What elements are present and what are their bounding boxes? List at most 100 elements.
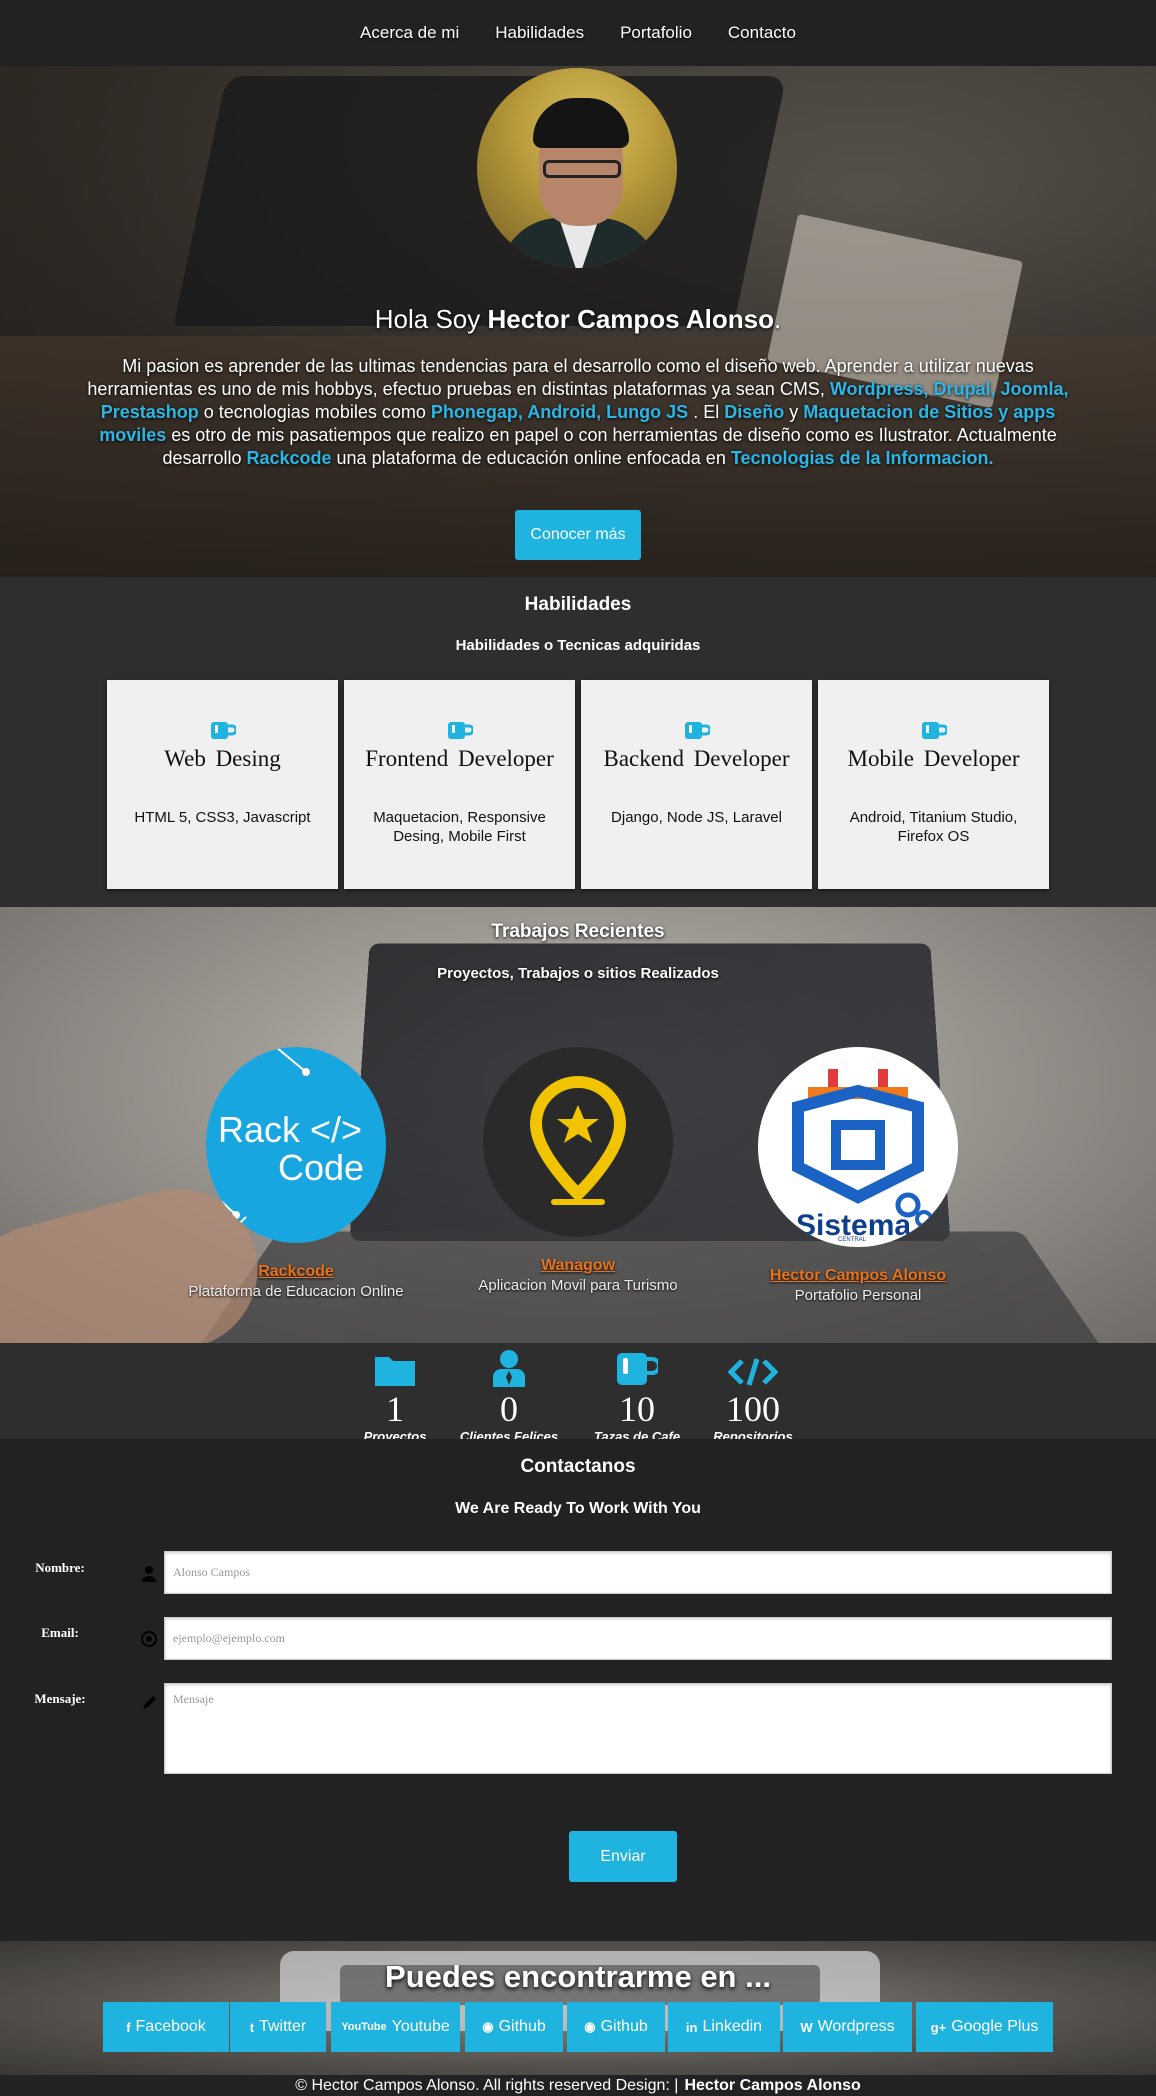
stat-coffee: 10 Tazas de Cafe	[577, 1345, 697, 1444]
contact-section: Contactanos We Are Ready To Work With Yo…	[0, 1439, 1156, 1941]
wordpress-button[interactable]: W Wordpress	[783, 2002, 912, 2052]
social-label: Twitter	[259, 2018, 307, 2035]
learn-more-button[interactable]: Conocer más	[515, 510, 641, 560]
skill-description: HTML 5, CSS3, Javascript	[134, 809, 311, 826]
profile-photo	[477, 68, 677, 268]
message-label: Mensaje:	[34, 1691, 86, 1706]
social-label: Github	[498, 2018, 546, 2035]
code-icon	[728, 1358, 778, 1386]
skills-subtitle: Habilidades o Tecnicas adquiridas	[455, 637, 701, 654]
project-item: Rack </> Code Rackcode Plataforma de Edu…	[166, 1047, 426, 1300]
skill-description: Maquetacion, Responsive Desing, Mobile F…	[373, 809, 546, 845]
name-label: Nombre:	[35, 1560, 85, 1575]
folder-icon	[375, 1357, 415, 1386]
hero-section: Hola Soy Hector Campos Alonso. Mi pasion…	[0, 66, 1156, 577]
github-icon: ◉	[482, 2019, 494, 2034]
portfolio-subtitle: Proyectos, Trabajos o sitios Realizados	[437, 965, 719, 982]
name-field[interactable]: Alonso Campos	[164, 1551, 1112, 1594]
youtube-icon: YouTube	[341, 2021, 387, 2033]
social-label: Google Plus	[951, 2018, 1039, 2035]
rackcode-logo[interactable]: Rack </> Code	[206, 1047, 386, 1243]
hero-period: .	[774, 304, 782, 334]
bio-highlight: Diseño	[724, 402, 785, 422]
contact-subtitle: We Are Ready To Work With You	[455, 1500, 701, 1517]
social-label: Github	[600, 2018, 648, 2035]
coffee-cup-icon	[448, 722, 473, 739]
stat-value: 100	[726, 1389, 780, 1429]
skill-description: Android, Titanium Studio, Firefox OS	[849, 809, 1018, 845]
social-title: Puedes encontrarme en ...	[385, 1959, 771, 1994]
bio-highlight: Phonegap, Android, Lungo JS	[430, 402, 694, 422]
stat-value: 1	[386, 1389, 404, 1429]
skill-card: Web Desing HTML 5, CSS3, Javascript	[107, 680, 338, 889]
bio-text: o tecnologias mobiles como	[198, 402, 431, 422]
social-section: Puedes encontrarme en ... f Facebook t Twi…	[0, 1941, 1156, 2075]
footer-author: Hector Campos Alonso	[684, 2077, 861, 2094]
project-link-wanagow[interactable]: Wanagow	[448, 1257, 708, 1275]
coffee-cup-icon	[922, 722, 947, 739]
social-label: Wordpress	[817, 2018, 895, 2035]
social-label: Youtube	[391, 2018, 450, 2035]
linkedin-icon: in	[685, 2019, 698, 2035]
hero-title: Hola Soy Hector Campos Alonso.	[0, 304, 1156, 335]
coffee-cup-icon	[211, 722, 236, 739]
skills-section: Habilidades Habilidades o Tecnicas adqui…	[0, 577, 1156, 907]
bio-text: una plataforma de educación online enfoc…	[331, 448, 731, 468]
project-link-rackcode[interactable]: Rackcode	[166, 1263, 426, 1281]
linkedin-button[interactable]: in Linkedin	[668, 2002, 780, 2052]
top-navigation: Acerca de mi Habilidades Portafolio Cont…	[0, 0, 1156, 66]
project-item: Wanagow Aplicacion Movil para Turismo	[448, 1047, 708, 1294]
bio-highlight: Rackcode	[246, 448, 332, 468]
project-description: Portafolio Personal	[794, 1287, 922, 1304]
skill-title: Backend Developer	[603, 746, 790, 771]
skill-title: Frontend Developer	[365, 746, 554, 771]
sistema-central-logo[interactable]: Sistema CENTRAL	[758, 1047, 958, 1247]
skill-card: Backend Developer Django, Node JS, Larav…	[581, 680, 812, 889]
portfolio-section: Trabajos Recientes Proyectos, Trabajos o…	[0, 907, 1156, 1343]
footer-copyright: © Hector Campos Alonso. All rights reser…	[295, 2077, 679, 2094]
stat-value: 0	[500, 1389, 518, 1429]
github-button[interactable]: ◉ Github	[567, 2002, 665, 2052]
send-button[interactable]: Enviar	[569, 1831, 677, 1882]
project-link-portafolio[interactable]: Hector Campos Alonso	[728, 1267, 988, 1285]
nav-link-portafolio[interactable]: Portafolio	[620, 23, 692, 43]
facebook-icon: f	[126, 2019, 131, 2035]
project-description: Plataforma de Educacion Online	[188, 1283, 404, 1300]
skill-card: Mobile Developer Android, Titanium Studi…	[818, 680, 1049, 889]
message-field[interactable]: Mensaje	[164, 1683, 1112, 1774]
nav-link-habilidades[interactable]: Habilidades	[495, 23, 584, 43]
bio-text: y	[784, 402, 804, 422]
github-icon: ◉	[584, 2019, 596, 2034]
stat-repos: 100 Repositorios	[693, 1345, 813, 1444]
skill-description: Django, Node JS, Laravel	[611, 809, 782, 826]
email-field[interactable]: ejemplo@ejemplo.com	[164, 1617, 1112, 1660]
nav-link-contacto[interactable]: Contacto	[728, 23, 796, 43]
rackcode-logo-text-2: Code	[278, 1147, 365, 1188]
google-plus-button[interactable]: g+ Google Plus	[916, 2002, 1053, 2052]
hero-greeting: Hola Soy	[374, 304, 488, 334]
user-icon	[142, 1566, 156, 1582]
nav-link-acerca[interactable]: Acerca de mi	[360, 23, 459, 43]
wanagow-logo[interactable]	[483, 1047, 673, 1237]
hero-bio: Mi pasion es aprender de las ultimas ten…	[80, 355, 1076, 470]
at-sign-icon	[141, 1631, 157, 1647]
wordpress-icon: W	[800, 2019, 813, 2035]
skill-title: Mobile Developer	[847, 746, 1020, 771]
portfolio-title: Trabajos Recientes	[491, 921, 665, 942]
contact-title: Contactanos	[520, 1456, 636, 1477]
skills-title: Habilidades	[524, 594, 632, 615]
social-label: Linkedin	[702, 2018, 763, 2035]
stats-section: 1 Proyectos 0 Clientes Felices 10 Tazas …	[0, 1343, 1156, 1444]
github-button[interactable]: ◉ Github	[465, 2002, 563, 2052]
footer: © Hector Campos Alonso. All rights reser…	[0, 2075, 1156, 2096]
youtube-button[interactable]: YouTube Youtube	[331, 2002, 460, 2052]
hero-background-laptop	[173, 76, 787, 326]
social-label: Facebook	[135, 2018, 206, 2035]
rackcode-logo-text: Rack </>	[218, 1109, 363, 1150]
google-plus-icon: g+	[930, 2019, 947, 2035]
sistema-logo-subtext: CENTRAL	[838, 1237, 867, 1243]
hero-name: Hector Campos Alonso	[487, 304, 775, 334]
twitter-button[interactable]: t Twitter	[230, 2002, 326, 2052]
facebook-button[interactable]: f Facebook	[103, 2002, 229, 2052]
skill-card: Frontend Developer Maquetacion, Responsi…	[344, 680, 575, 889]
